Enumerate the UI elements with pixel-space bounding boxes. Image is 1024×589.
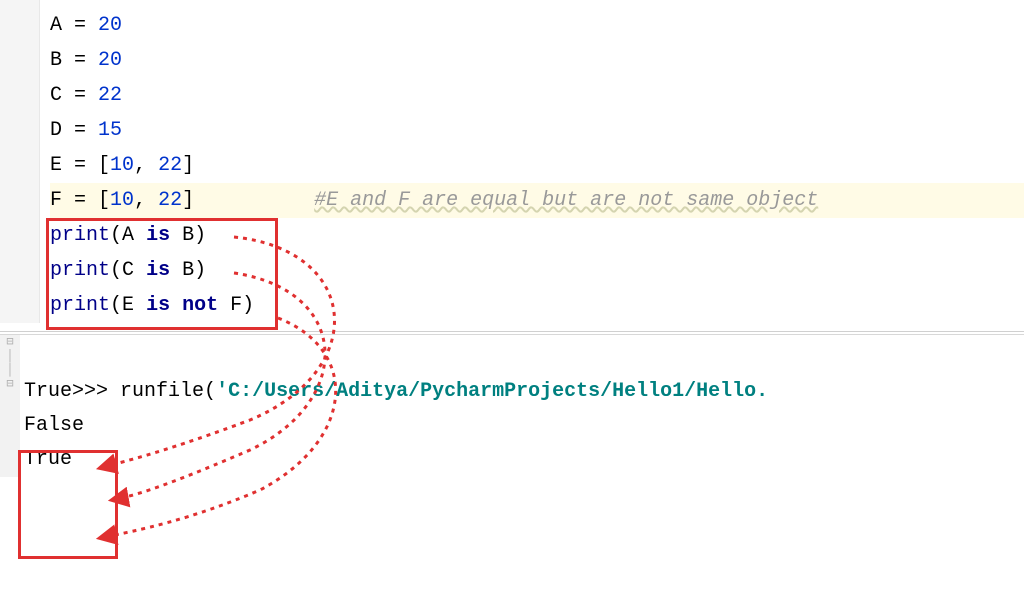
console-command-line: >>> runfile('C:/Users/Aditya/PycharmProj… [24, 341, 1024, 375]
code-token-paren: ( [110, 224, 122, 247]
code-token-var: C [122, 259, 134, 282]
code-token-kw: is [146, 259, 170, 282]
code-line[interactable]: C = 22 [50, 78, 1024, 113]
code-token-num: 20 [98, 49, 122, 72]
code-token-op: = [62, 84, 98, 107]
code-line[interactable]: print(A is B) [50, 218, 1024, 253]
code-token-bracket: ] [182, 189, 194, 212]
code-token-paren: ) [194, 224, 206, 247]
code-token-op: = [62, 189, 98, 212]
code-token-op: = [62, 119, 98, 142]
console-output-line: True [24, 443, 1024, 477]
code-token-bracket: ] [182, 154, 194, 177]
code-token-paren: ( [110, 294, 122, 317]
console-path: 'C:/Users/Aditya/PycharmProjects/Hello1/… [216, 380, 768, 403]
code-token-func: print [50, 224, 110, 247]
code-line[interactable]: print(E is not F) [50, 288, 1024, 323]
code-line[interactable]: print(C is B) [50, 253, 1024, 288]
code-line[interactable]: A = 20 [50, 8, 1024, 43]
code-token-var [134, 259, 146, 282]
code-line[interactable]: D = 15 [50, 113, 1024, 148]
code-token-kw: is [146, 224, 170, 247]
code-token-num: 22 [158, 189, 182, 212]
code-token-paren: ) [242, 294, 254, 317]
console-prompt: >>> [72, 380, 108, 403]
code-token-var: F [218, 294, 242, 317]
code-token-func: print [50, 259, 110, 282]
code-token-var: A [50, 14, 62, 37]
code-token-paren: ) [194, 259, 206, 282]
code-token-var [134, 224, 146, 247]
code-token-op: = [62, 154, 98, 177]
code-token-func: print [50, 294, 110, 317]
code-token-op: = [62, 14, 98, 37]
code-token-op: = [62, 49, 98, 72]
console-output-line: False [24, 409, 1024, 443]
code-token-var: A [122, 224, 134, 247]
console-output[interactable]: ⊟ │ │ ⊟ >>> runfile('C:/Users/Aditya/Pyc… [0, 334, 1024, 477]
code-token-sep: , [134, 189, 158, 212]
console-gutter: ⊟ │ │ ⊟ [0, 335, 20, 477]
code-token-num: 10 [110, 189, 134, 212]
code-token-var: C [50, 84, 62, 107]
code-token-bracket: [ [98, 154, 110, 177]
code-token-num: 20 [98, 14, 122, 37]
code-editor[interactable]: A = 20B = 20C = 22D = 15E = [10, 22]F = … [0, 0, 1024, 323]
code-token-var: D [50, 119, 62, 142]
code-token-var: E [50, 154, 62, 177]
code-token-var [134, 294, 146, 317]
code-line[interactable]: B = 20 [50, 43, 1024, 78]
code-comment: #E and F are equal but are not same obje… [314, 189, 818, 212]
code-token-sep: , [134, 154, 158, 177]
code-token-bracket: [ [98, 189, 110, 212]
code-token-var: B [170, 259, 194, 282]
code-line[interactable]: F = [10, 22] #E and F are equal but are … [50, 183, 1024, 218]
code-token-var: B [170, 224, 194, 247]
code-token-var: E [122, 294, 134, 317]
code-token-var: F [50, 189, 62, 212]
code-token-kw: is not [146, 294, 218, 317]
code-token-num: 22 [158, 154, 182, 177]
code-token-num: 15 [98, 119, 122, 142]
code-token-num: 22 [98, 84, 122, 107]
editor-gutter [0, 0, 40, 323]
code-token-num: 10 [110, 154, 134, 177]
pane-divider [0, 331, 1024, 332]
code-token-paren: ( [110, 259, 122, 282]
code-line[interactable]: E = [10, 22] [50, 148, 1024, 183]
console-runfile: runfile( [120, 380, 216, 403]
code-token-var: B [50, 49, 62, 72]
